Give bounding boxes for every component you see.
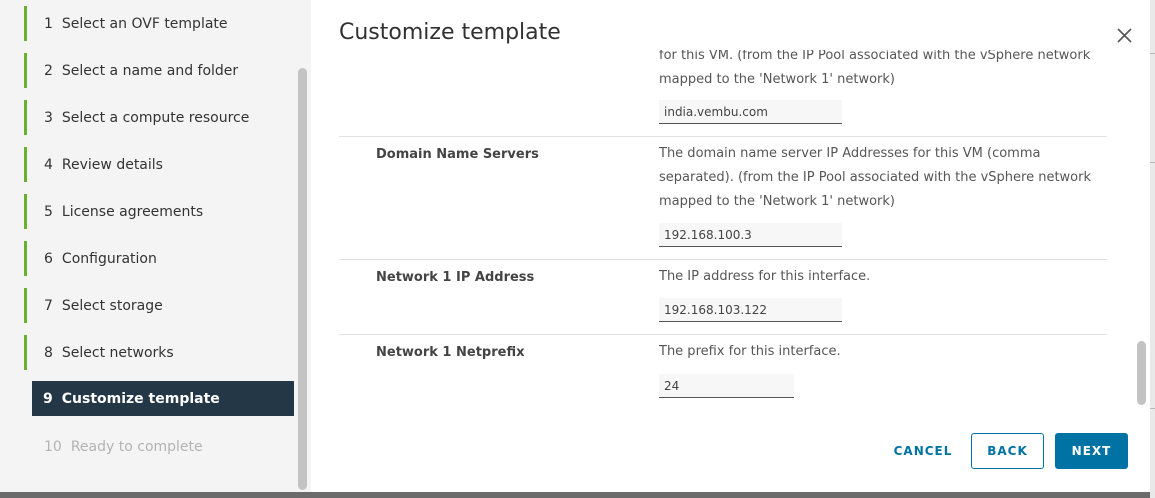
close-icon[interactable] <box>1115 26 1135 46</box>
description-line: The IP address for this interface. <box>659 269 871 284</box>
description-line: mapped to the 'Network 1' network) <box>659 194 895 209</box>
row-divider <box>339 259 1107 260</box>
netprefix-input[interactable] <box>659 374 794 398</box>
nav-scrollbar[interactable] <box>298 68 307 490</box>
step-label: Review details <box>61 156 163 173</box>
nav-step-9-active[interactable]: 9 Customize template <box>32 381 294 416</box>
description-line: The domain name server IP Addresses for … <box>659 146 1041 161</box>
step-label: Select an OVF template <box>61 15 228 32</box>
property-description: The domain name server IP Addresses for … <box>659 142 1099 214</box>
customize-template-panel: Customize template for this VM. (from th… <box>311 0 1150 492</box>
step-number: 6 <box>44 250 53 267</box>
nav-step-3[interactable]: 3 Select a compute resource <box>24 100 294 135</box>
row-divider <box>339 136 1107 137</box>
nav-step-5[interactable]: 5 License agreements <box>24 194 294 229</box>
dns-servers-input[interactable] <box>659 223 842 247</box>
property-label: Domain Name Servers <box>376 147 539 162</box>
description-line: mapped to the 'Network 1' network) <box>659 72 895 87</box>
step-label: Select a compute resource <box>61 109 250 126</box>
description-line: for this VM. (from the IP Pool associate… <box>659 50 1091 63</box>
step-label: Select storage <box>61 297 163 314</box>
next-button[interactable]: NEXT <box>1055 433 1128 469</box>
nav-step-10: 10 Ready to complete <box>24 429 294 464</box>
back-button[interactable]: BACK <box>971 433 1044 469</box>
nav-step-6[interactable]: 6 Configuration <box>24 241 294 276</box>
nav-step-1[interactable]: 1 Select an OVF template <box>24 6 294 41</box>
step-number: 3 <box>44 109 53 126</box>
background-window-edge <box>1150 0 1155 498</box>
step-label: Ready to complete <box>70 438 203 455</box>
wizard-step-nav: 1 Select an OVF template 2 Select a name… <box>0 0 311 492</box>
nav-step-2[interactable]: 2 Select a name and folder <box>24 53 294 88</box>
step-number: 10 <box>44 438 62 455</box>
property-label: Network 1 Netprefix <box>376 345 525 360</box>
property-description: The prefix for this interface. <box>659 340 1099 364</box>
content-scrollbar[interactable] <box>1137 341 1146 405</box>
step-number: 5 <box>44 203 53 220</box>
step-label: License agreements <box>61 203 204 220</box>
step-number: 4 <box>44 156 53 173</box>
step-number: 7 <box>44 297 53 314</box>
nav-step-8[interactable]: 8 Select networks <box>24 335 294 370</box>
row-divider <box>339 334 1107 335</box>
properties-list: for this VM. (from the IP Pool associate… <box>311 50 1131 410</box>
dialog-overlay: 1 Select an OVF template 2 Select a name… <box>0 0 1155 498</box>
domain-name-input[interactable] <box>659 100 842 124</box>
nav-step-7[interactable]: 7 Select storage <box>24 288 294 323</box>
step-label: Configuration <box>61 250 157 267</box>
ip-address-input[interactable] <box>659 298 842 322</box>
property-label: Network 1 IP Address <box>376 270 535 285</box>
step-number: 9 <box>43 390 53 407</box>
property-description: The IP address for this interface. <box>659 265 1099 289</box>
step-label: Select networks <box>61 344 174 361</box>
property-description: for this VM. (from the IP Pool associate… <box>659 50 1099 92</box>
description-line: separated). (from the IP Pool associated… <box>659 170 1092 185</box>
nav-step-4[interactable]: 4 Review details <box>24 147 294 182</box>
step-number: 2 <box>44 62 53 79</box>
cancel-button[interactable]: CANCEL <box>883 433 963 469</box>
description-line: The prefix for this interface. <box>659 344 841 359</box>
page-title: Customize template <box>339 20 561 45</box>
step-label: Select a name and folder <box>61 62 239 79</box>
step-label: Customize template <box>61 390 220 407</box>
step-number: 1 <box>44 15 53 32</box>
step-number: 8 <box>44 344 53 361</box>
